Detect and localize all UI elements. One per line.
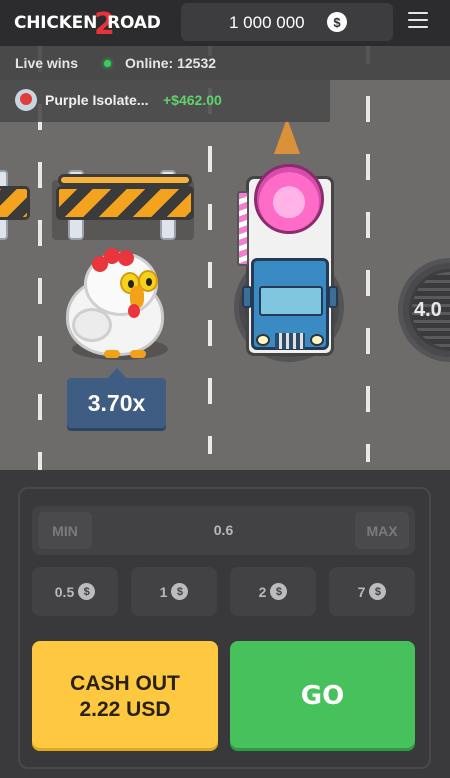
recent-win-item: Purple Isolate... +$462.00 xyxy=(0,80,330,122)
lane-divider xyxy=(366,46,370,462)
logo[interactable]: CHICKEN 2 ROAD xyxy=(14,7,161,42)
dollar-coin-icon: $ xyxy=(369,583,387,600)
barrier xyxy=(0,186,30,220)
dollar-coin-icon: $ xyxy=(327,12,347,32)
balance-display[interactable]: 1 000 000 $ xyxy=(181,3,393,41)
bet-amount-input[interactable]: MIN 0.6 MAX xyxy=(32,506,415,555)
quick-bet-button[interactable]: 1 $ xyxy=(131,567,217,616)
quick-bet-button[interactable]: 0.5 $ xyxy=(32,567,118,616)
cash-out-button[interactable]: CASH OUT 2.22 USD xyxy=(32,641,218,751)
hamburger-menu-icon[interactable] xyxy=(408,12,428,30)
next-multiplier-label: 4.0 xyxy=(414,299,442,321)
live-wins-label: Live wins xyxy=(15,55,79,71)
quick-bet-button[interactable]: 7 $ xyxy=(329,567,415,616)
winner-name: Purple Isolate... xyxy=(45,92,149,108)
dollar-coin-icon: $ xyxy=(171,583,189,600)
balance-value: 1 000 000 xyxy=(229,13,305,32)
current-multiplier-tag: 3.70x xyxy=(67,368,166,428)
top-bar: CHICKEN 2 ROAD 1 000 000 $ xyxy=(0,0,450,46)
dollar-coin-icon: $ xyxy=(78,583,96,600)
online-count: Online: 12532 xyxy=(125,55,217,71)
logo-text: CHICKEN 2 ROAD xyxy=(14,7,161,42)
avatar xyxy=(15,89,37,111)
online-status-dot-icon xyxy=(104,60,111,67)
win-amount: +$462.00 xyxy=(163,92,222,108)
current-multiplier: 3.70x xyxy=(87,390,146,416)
barrier xyxy=(56,186,194,220)
go-button[interactable]: GO xyxy=(230,641,415,751)
cash-out-label: CASH OUT xyxy=(70,672,180,695)
max-bet-button[interactable]: MAX xyxy=(355,512,409,549)
quick-bet-button[interactable]: 2 $ xyxy=(230,567,316,616)
cash-out-amount: 2.22 USD xyxy=(79,698,171,721)
dollar-coin-icon: $ xyxy=(270,583,288,600)
live-wins-bar: Live wins Online: 12532 xyxy=(0,46,450,80)
